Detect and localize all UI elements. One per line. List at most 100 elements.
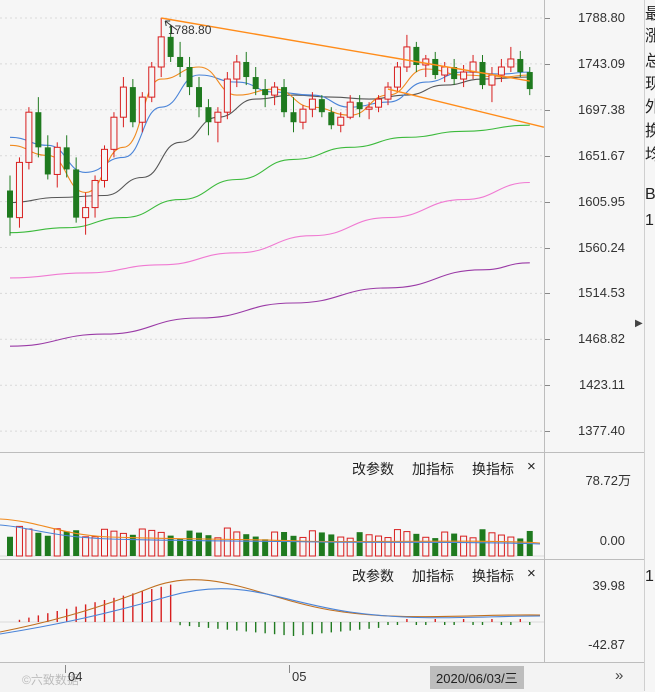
volume-switch-indicator-button[interactable]: 换指标	[472, 459, 514, 479]
candle-body-up	[337, 116, 345, 126]
volume-axis: 78.72万 0.00	[544, 452, 645, 560]
candle-body-down	[252, 77, 259, 90]
candle-body-up	[91, 179, 99, 209]
side-char: 涨	[645, 22, 655, 46]
price-tick-label: 1697.38	[578, 101, 625, 117]
volume-bar-down	[196, 532, 202, 556]
side-char: 总	[645, 47, 655, 71]
candle-body-up	[271, 86, 279, 96]
volume-bar-down	[243, 534, 250, 556]
candle-body-down	[328, 112, 335, 126]
price-tick-label: 1514.53	[578, 285, 625, 301]
candle-body-up	[393, 66, 401, 88]
candle-body-up	[223, 78, 231, 113]
volume-bar-up	[148, 529, 156, 557]
volume-bar-up	[119, 532, 127, 557]
volume-bar-up	[157, 531, 165, 557]
ma10-line	[9, 71, 530, 173]
candle-body-up	[460, 71, 468, 80]
candle-body-up	[110, 116, 118, 150]
volume-bar-down	[517, 538, 524, 556]
macd-panel: 改参数 加指标 换指标 ×	[0, 559, 544, 663]
volume-bar-down	[328, 534, 335, 556]
volume-panel: 改参数 加指标 换指标 ×	[0, 452, 544, 560]
macd-axis: 39.98 -42.87	[544, 559, 645, 663]
candle-body-down	[356, 102, 363, 110]
price-tick-label: 1788.80	[578, 10, 625, 25]
volume-bar-down	[177, 538, 184, 556]
volume-bar-up	[488, 532, 496, 557]
price-tick	[545, 201, 550, 203]
price-tick	[545, 109, 550, 111]
macd-chart	[0, 579, 544, 636]
macd-change-params-button[interactable]: 改参数	[352, 566, 394, 586]
volume-bar-up	[375, 535, 383, 557]
macd-dea-line	[0, 588, 541, 635]
candle-body-up	[53, 146, 61, 175]
candle-body-down	[318, 99, 325, 113]
price-tick	[545, 18, 550, 19]
candle-body-down	[167, 36, 174, 57]
main-chart[interactable]: 1788.80	[0, 0, 544, 452]
volume-bar-up	[53, 528, 61, 557]
volume-bar-up	[138, 528, 146, 557]
candle-body-up	[138, 96, 146, 123]
month-tick-05	[289, 665, 290, 673]
candle-body-up	[497, 66, 505, 76]
price-tick	[545, 339, 550, 341]
candle-body-down	[517, 58, 524, 73]
candle-body-up	[507, 58, 515, 68]
macd-bottom-label: -42.87	[588, 637, 625, 652]
volume-bar-up	[497, 534, 505, 557]
volume-bar-down	[7, 536, 13, 556]
volume-bar-down	[281, 532, 288, 556]
price-tick	[545, 63, 550, 65]
candle-body-down	[243, 61, 250, 78]
candle-body-down	[35, 112, 42, 148]
candle-body-up	[214, 111, 222, 123]
price-tick	[545, 247, 550, 249]
candle-body-up	[299, 108, 307, 123]
candle-body-down	[186, 67, 193, 88]
volume-bar-down	[318, 532, 325, 556]
volume-bar-down	[451, 533, 458, 556]
volume-bar-down	[205, 535, 212, 556]
volume-bar-up	[507, 536, 515, 557]
macd-dif-line	[0, 579, 541, 633]
volume-bar-up	[365, 534, 373, 557]
volume-bar-up	[384, 537, 392, 557]
side-char: 最	[645, 0, 655, 24]
volume-bar-down	[186, 530, 193, 556]
candle-body-up	[308, 98, 316, 110]
side-char: 1	[645, 568, 654, 585]
volume-bar-up	[308, 530, 316, 557]
trendline-lower	[387, 88, 544, 128]
side-char: 外	[645, 93, 655, 117]
price-tick	[545, 155, 550, 157]
volume-bottom-label: 0.00	[599, 533, 625, 548]
volume-change-params-button[interactable]: 改参数	[352, 459, 394, 479]
candle-body-up	[15, 161, 23, 219]
volume-bar-up	[460, 535, 468, 557]
candle-body-up	[82, 207, 90, 219]
month-tick-04	[65, 665, 66, 673]
ma5-line	[9, 66, 530, 194]
side-char: 换	[645, 117, 655, 141]
expand-arrow-icon[interactable]: ▶	[635, 318, 643, 329]
price-tick-label: 1743.09	[578, 55, 625, 71]
month-label-04: 04	[68, 669, 83, 684]
scroll-right-icon[interactable]: »	[615, 667, 623, 684]
volume-close-button[interactable]: ×	[527, 458, 536, 475]
price-tick-label: 1423.11	[578, 377, 625, 393]
volume-bar-down	[35, 532, 42, 556]
candle-body-down	[44, 147, 51, 175]
side-info-panel: 最 涨 总 现 外 换 均 B 1 1	[644, 0, 655, 691]
volume-top-label: 78.72万	[585, 473, 631, 488]
macd-switch-indicator-button[interactable]: 换指标	[472, 566, 514, 586]
volume-bar-up	[422, 536, 430, 557]
macd-add-indicator-button[interactable]: 加指标	[412, 566, 454, 586]
price-tick-label: 1560.24	[578, 239, 625, 255]
volume-add-indicator-button[interactable]: 加指标	[412, 459, 454, 479]
macd-close-button[interactable]: ×	[527, 565, 536, 582]
candle-body-up	[157, 36, 165, 68]
